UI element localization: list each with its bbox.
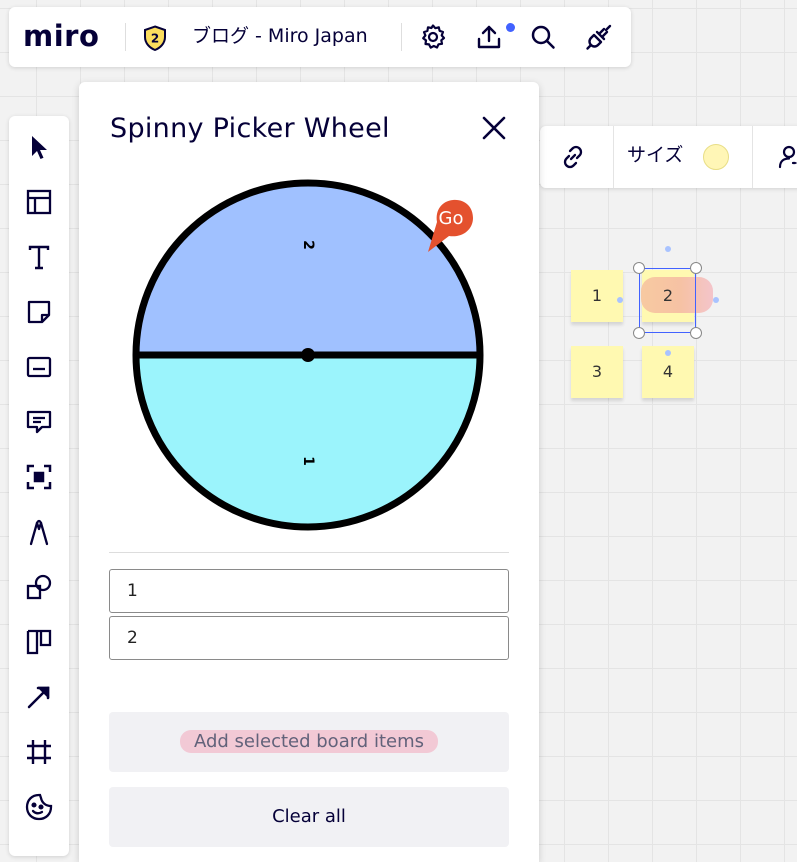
kanban-icon[interactable] bbox=[24, 627, 54, 657]
clear-all-button[interactable]: Clear all bbox=[109, 787, 509, 847]
user-icon[interactable] bbox=[776, 142, 797, 172]
connector-dot[interactable] bbox=[713, 297, 719, 303]
resize-handle[interactable] bbox=[633, 327, 645, 339]
close-icon[interactable] bbox=[480, 114, 508, 142]
plan-badge-icon[interactable]: 2 bbox=[143, 25, 167, 51]
entry-input[interactable] bbox=[109, 569, 509, 613]
connector-dot[interactable] bbox=[665, 246, 671, 252]
wheel-segment-1 bbox=[136, 355, 480, 527]
shapes-icon[interactable] bbox=[24, 572, 54, 602]
resize-handle[interactable] bbox=[690, 327, 702, 339]
templates-icon[interactable] bbox=[24, 187, 54, 217]
sticky-note-label: 2 bbox=[662, 286, 674, 305]
wheel-label: 1 bbox=[300, 456, 316, 466]
entry-input[interactable] bbox=[109, 616, 509, 660]
connector-dot[interactable] bbox=[665, 350, 671, 356]
frame-icon[interactable] bbox=[24, 737, 54, 767]
context-toolbar-divider bbox=[613, 126, 614, 188]
resize-handle[interactable] bbox=[690, 262, 702, 274]
board-name[interactable]: ブログ - Miro Japan bbox=[192, 24, 368, 48]
left-toolbar bbox=[9, 116, 69, 856]
wheel-label: 2 bbox=[300, 240, 316, 250]
pen-icon[interactable] bbox=[24, 517, 54, 547]
add-selected-items-label: Add selected board items bbox=[179, 730, 439, 753]
panel-divider bbox=[109, 552, 509, 553]
size-label[interactable]: サイズ bbox=[627, 143, 683, 167]
arrow-icon[interactable] bbox=[24, 682, 54, 712]
emoji-icon[interactable] bbox=[24, 792, 54, 822]
upload-icon[interactable] bbox=[474, 22, 504, 52]
link-icon[interactable] bbox=[558, 142, 588, 172]
miro-logo[interactable]: miro bbox=[23, 19, 99, 53]
picker-wheel-panel: Spinny Picker Wheel 2 1 Go Add selected … bbox=[79, 82, 539, 862]
context-toolbar: サイズ bbox=[540, 126, 797, 188]
select-icon[interactable] bbox=[24, 132, 54, 162]
frame-select-icon[interactable] bbox=[24, 462, 54, 492]
notification-dot bbox=[506, 23, 515, 32]
settings-icon[interactable] bbox=[418, 22, 448, 52]
panel-title: Spinny Picker Wheel bbox=[110, 113, 390, 144]
connector-dot[interactable] bbox=[617, 297, 623, 303]
wheel-center bbox=[301, 348, 315, 362]
comment-icon[interactable] bbox=[24, 407, 54, 437]
plug-icon[interactable] bbox=[584, 22, 614, 52]
add-selected-items-button[interactable]: Add selected board items bbox=[109, 712, 509, 772]
topbar-divider bbox=[401, 23, 402, 51]
sticky-note[interactable]: 1 bbox=[571, 270, 623, 322]
color-swatch[interactable] bbox=[703, 144, 729, 170]
search-icon[interactable] bbox=[528, 22, 558, 52]
sticky-note[interactable]: 3 bbox=[571, 346, 623, 398]
top-bar: miro 2 ブログ - Miro Japan bbox=[9, 7, 631, 67]
sticky-note-icon[interactable] bbox=[24, 297, 54, 327]
text-icon[interactable] bbox=[24, 242, 54, 272]
card-icon[interactable] bbox=[24, 352, 54, 382]
topbar-divider bbox=[125, 23, 126, 51]
go-button[interactable]: Go bbox=[422, 190, 486, 254]
plan-badge-number: 2 bbox=[151, 32, 159, 46]
context-toolbar-divider bbox=[752, 126, 753, 188]
go-label: Go bbox=[439, 208, 464, 229]
resize-handle[interactable] bbox=[633, 262, 645, 274]
